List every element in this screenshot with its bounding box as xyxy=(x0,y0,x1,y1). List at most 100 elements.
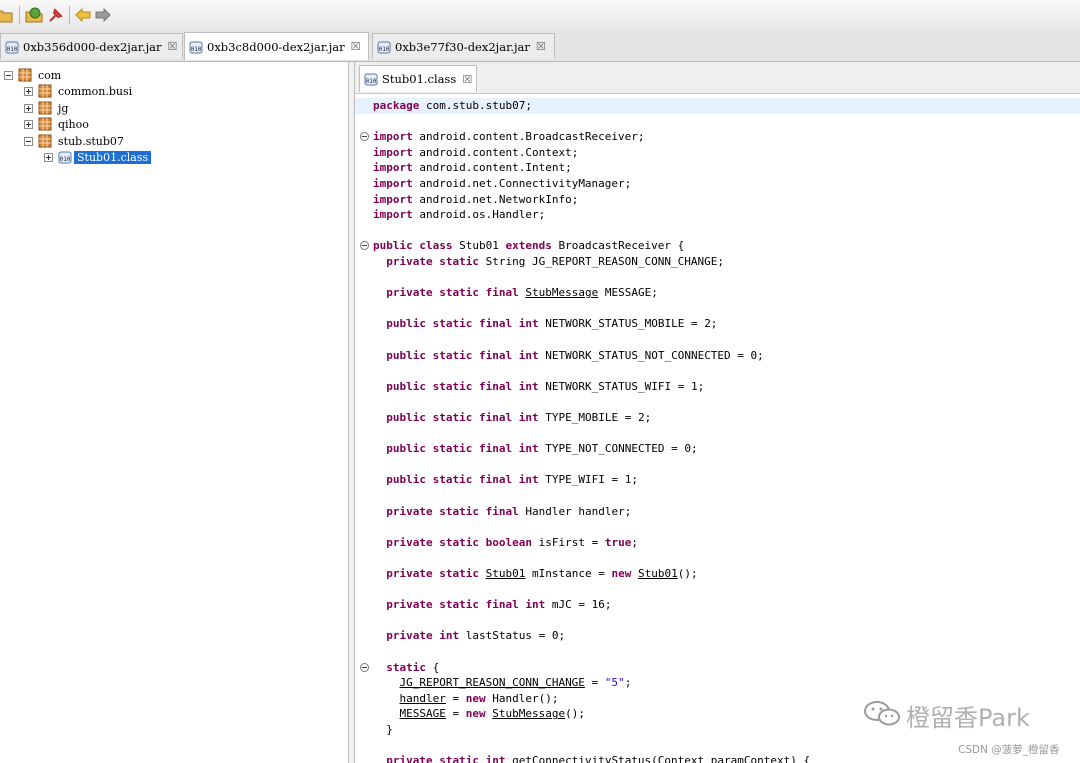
toolbar-separator xyxy=(69,6,70,24)
code-text: public class Stub01 extends BroadcastRec… xyxy=(373,239,685,253)
code-text: public static final int TYPE_WIFI = 1; xyxy=(386,473,638,487)
code-text: import android.content.Intent; xyxy=(373,161,572,175)
code-text: JG_REPORT_REASON_CONN_CHANGE = "5"; xyxy=(399,676,632,690)
package-icon xyxy=(38,134,52,148)
tree-item-common-busi[interactable]: common.busi xyxy=(24,83,132,99)
code-text: import android.net.ConnectivityManager; xyxy=(373,177,632,190)
close-icon[interactable]: ☒ xyxy=(168,40,178,53)
code-text: package com.stub.stub07; xyxy=(373,99,532,112)
package-icon xyxy=(18,68,32,82)
open-folder-icon[interactable] xyxy=(0,5,14,25)
close-icon[interactable]: ☒ xyxy=(536,40,546,53)
tab-jar-2[interactable]: 010 0xb3c8d000-dex2jar.jar ☒ xyxy=(184,32,369,60)
package-icon xyxy=(38,117,52,131)
code-text: public static final int NETWORK_STATUS_M… xyxy=(386,317,718,331)
code-line: import android.net.NetworkInfo; xyxy=(355,192,1080,208)
svg-text:010: 010 xyxy=(366,78,377,85)
tab-jar-label: 0xb3e77f30-dex2jar.jar xyxy=(395,39,530,54)
open-archive-icon[interactable] xyxy=(24,5,44,25)
collapse-toggle-icon[interactable] xyxy=(24,136,33,146)
code-line: public static final int TYPE_WIFI = 1; xyxy=(355,472,1080,488)
code-line: private static boolean isFirst = true; xyxy=(355,535,1080,551)
svg-text:010: 010 xyxy=(191,46,202,53)
fold-toggle-icon[interactable] xyxy=(360,662,369,672)
code-line: static { xyxy=(355,660,1080,676)
code-line: package com.stub.stub07; xyxy=(355,98,1080,114)
back-arrow-icon[interactable] xyxy=(73,5,93,25)
tab-jar-3[interactable]: 010 0xb3e77f30-dex2jar.jar ☒ xyxy=(372,33,555,59)
code-text: private static String JG_REPORT_REASON_C… xyxy=(386,255,725,268)
package-tree: com common.busi jg qihoo stub.stub07 010… xyxy=(0,62,349,763)
code-line: JG_REPORT_REASON_CONN_CHANGE = "5"; xyxy=(355,675,1080,691)
code-line: private int lastStatus = 0; xyxy=(355,628,1080,644)
tree-item-label: stub.stub07 xyxy=(58,134,124,148)
jar-tab-bar: 010 0xb356d000-dex2jar.jar ☒ 010 0xb3c8d… xyxy=(0,30,1080,62)
code-text: private static final int mJC = 16; xyxy=(386,598,612,612)
code-text: import android.content.Context; xyxy=(373,145,579,159)
expand-toggle-icon[interactable] xyxy=(24,103,33,113)
fold-toggle-icon[interactable] xyxy=(360,132,369,142)
code-text: private int lastStatus = 0; xyxy=(386,629,566,643)
package-icon xyxy=(38,84,52,98)
editor-tab-label: Stub01.class xyxy=(382,72,457,86)
code-text: MESSAGE = new StubMessage(); xyxy=(399,707,585,721)
close-icon[interactable]: ☒ xyxy=(351,40,361,53)
watermark-csdn: CSDN @菠萝_橙留香 xyxy=(958,744,1060,756)
code-text: private static final Handler handler; xyxy=(386,504,632,518)
code-editor[interactable]: package com.stub.stub07; import android.c… xyxy=(355,94,1080,763)
tree-item-stub-stub07[interactable]: stub.stub07 xyxy=(24,133,124,149)
tree-item-label: common.busi xyxy=(58,84,133,98)
tab-jar-label: 0xb356d000-dex2jar.jar xyxy=(23,39,162,54)
fold-toggle-icon[interactable] xyxy=(360,241,369,251)
collapse-toggle-icon[interactable] xyxy=(4,70,13,80)
tree-item-stub01-class[interactable]: 010 Stub01.class xyxy=(44,149,152,165)
code-text: private static final StubMessage MESSAGE… xyxy=(386,286,658,300)
tab-jar-label: 0xb3c8d000-dex2jar.jar xyxy=(207,39,345,54)
forward-arrow-icon[interactable] xyxy=(93,5,113,25)
code-line: public static final int TYPE_NOT_CONNECT… xyxy=(355,441,1080,457)
expand-toggle-icon[interactable] xyxy=(44,152,53,162)
expand-toggle-icon[interactable] xyxy=(24,86,33,96)
close-icon[interactable]: ☒ xyxy=(462,73,472,86)
tree-item-qihoo[interactable]: qihoo xyxy=(24,116,89,132)
code-text: public static final int TYPE_MOBILE = 2; xyxy=(386,411,652,424)
wechat-logo-icon xyxy=(864,701,900,726)
code-text: import android.content.BroadcastReceiver… xyxy=(373,130,645,144)
code-text: private static boolean isFirst = true; xyxy=(386,535,638,549)
code-text: static { xyxy=(386,660,440,674)
expand-toggle-icon[interactable] xyxy=(24,119,33,129)
tab-jar-1[interactable]: 010 0xb356d000-dex2jar.jar ☒ xyxy=(0,33,183,59)
svg-text:010: 010 xyxy=(60,156,71,163)
code-text: public static final int NETWORK_STATUS_N… xyxy=(386,348,764,362)
code-line: public static final int NETWORK_STATUS_M… xyxy=(355,316,1080,332)
code-line: import android.content.BroadcastReceiver… xyxy=(355,129,1080,145)
code-line: private static final Handler handler; xyxy=(355,504,1080,520)
tree-item-root[interactable]: com xyxy=(4,67,61,83)
code-text: } xyxy=(373,723,393,736)
tree-item-jg[interactable]: jg xyxy=(24,100,68,116)
watermark-brand: 橙留香Park xyxy=(906,704,1030,732)
code-text: private static Stub01 mInstance = new St… xyxy=(386,567,698,580)
editor-tab-bar: 010 Stub01.class ☒ xyxy=(355,62,1080,94)
toolbar-separator xyxy=(19,6,20,24)
code-line: private static String JG_REPORT_REASON_C… xyxy=(355,254,1080,270)
class-file-icon: 010 xyxy=(364,73,378,86)
jar-file-icon: 010 xyxy=(5,41,19,53)
code-line: private static final int mJC = 16; xyxy=(355,597,1080,613)
code-line: public class Stub01 extends BroadcastRec… xyxy=(355,238,1080,254)
tab-stub01-class[interactable]: 010 Stub01.class ☒ xyxy=(359,65,477,92)
code-text: private static int getConnectivityStatus… xyxy=(386,754,811,763)
pin-icon[interactable] xyxy=(46,5,66,25)
